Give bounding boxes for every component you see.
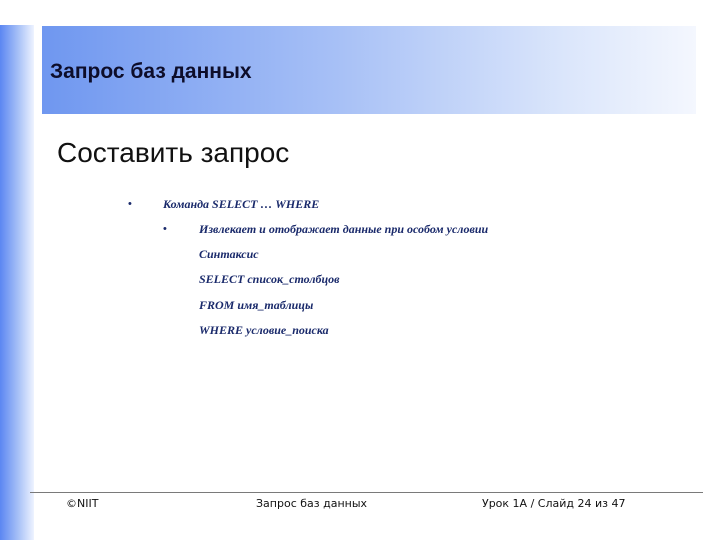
footer-divider	[30, 492, 703, 493]
footer-copyright: ©NIIT	[66, 497, 99, 510]
left-decorative-bar	[0, 25, 34, 540]
bullet-icon: •	[128, 198, 132, 210]
syntax-label: Синтаксис	[199, 247, 259, 261]
bullet-item-command: Команда SELECT … WHERE	[163, 197, 320, 211]
bullet-item-description: Извлекает и отображает данные при особом…	[199, 222, 489, 236]
slide-header-title: Запрос баз данных	[50, 60, 252, 83]
syntax-select-line: SELECT список_столбцов	[199, 272, 340, 286]
syntax-from-line: FROM имя_таблицы	[199, 298, 314, 312]
syntax-where-line: WHERE условие_поиска	[199, 323, 329, 337]
bullet-icon: •	[163, 223, 167, 235]
footer-title: Запрос баз данных	[256, 497, 368, 510]
footer-slide-number: Урок 1A / Слайд 24 из 47	[482, 497, 626, 510]
slide-heading: Составить запрос	[57, 137, 290, 168]
